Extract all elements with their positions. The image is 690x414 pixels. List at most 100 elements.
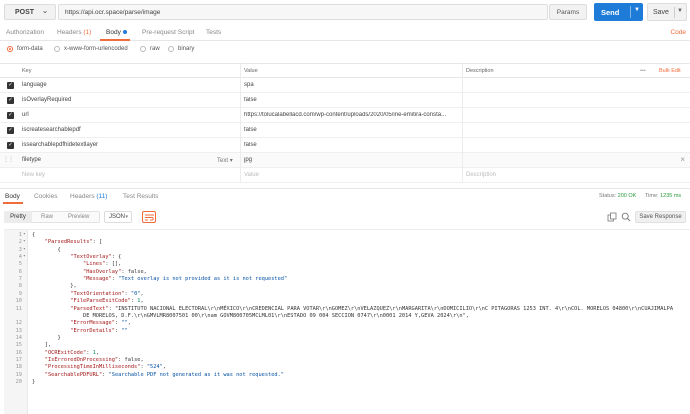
fold-toggle-icon[interactable]: ▾ (23, 232, 26, 237)
row-checkbox[interactable]: ✓ (7, 142, 14, 149)
chevron-down-icon: ▾ (229, 158, 233, 164)
new-value-input[interactable]: Value (244, 172, 460, 178)
copy-icon[interactable] (607, 212, 617, 222)
send-label: Send (601, 7, 620, 17)
code-line: "IsErroredOnProcessing": false, (44, 356, 144, 363)
line-number: 4 (18, 254, 22, 261)
line-number-gutter: 1 ▾ 2 ▾ 3 ▾ 4 ▾ 5 6 7 8 9 10 11 12 13 14 15 16 17 18 19 20 (4, 230, 28, 414)
tab-response-headers[interactable]: Headers (11) (70, 193, 107, 200)
response-body-viewer[interactable]: 1 ▾ 2 ▾ 3 ▾ 4 ▾ 5 6 7 8 9 10 11 12 13 14 15 16 17 18 19 20 { "P… (4, 229, 690, 414)
radio-binary[interactable]: binary (168, 46, 194, 52)
tab-response-body[interactable]: Body (5, 193, 20, 200)
row-key[interactable]: url (22, 112, 29, 118)
row-checkbox[interactable]: ✓ (7, 97, 14, 104)
format-select[interactable]: JSON ▾ (104, 211, 132, 223)
row-checkbox[interactable]: ✓ (7, 112, 14, 119)
params-button[interactable]: Params (549, 4, 587, 20)
code-line: "TextOrientation": "0", (70, 290, 144, 297)
headers-count-badge: (1) (83, 29, 92, 36)
code-line: "ErrorMessage": "", (70, 320, 131, 327)
chevron-down-icon[interactable]: ▼ (677, 8, 683, 14)
save-button[interactable]: Save ▼ (647, 3, 687, 21)
code-line: "Lines": [], (83, 261, 122, 268)
time-value: 1235 ms (660, 193, 682, 199)
code-link[interactable]: Code (670, 29, 686, 36)
drag-handle-icon[interactable]: ⋮⋮ (3, 156, 14, 163)
row-key[interactable]: language (22, 82, 47, 88)
line-number: 7 (18, 276, 22, 283)
line-number: 13 (15, 327, 22, 334)
status-value: 200 OK (617, 193, 637, 199)
row-value[interactable]: false (244, 142, 460, 148)
line-number: 15 (15, 342, 22, 349)
request-tabs: Authorization Headers (1) Body Pre-reque… (0, 26, 690, 41)
raw-button[interactable]: Raw (37, 211, 57, 223)
line-number: 6 (18, 268, 22, 275)
new-description-input[interactable]: Description (466, 172, 496, 178)
body-type-options: form-data x-www-form-urlencoded raw bina… (0, 43, 690, 57)
code-line: } (32, 379, 36, 385)
code-line: "TextOverlay": { (70, 254, 122, 261)
format-label: JSON (109, 214, 126, 220)
wrap-icon (144, 214, 154, 220)
line-number: 2 (18, 239, 22, 246)
url-input[interactable]: https://api.ocr.space/parse/image (58, 4, 548, 20)
response-toolbar: Pretty Raw Preview JSON ▾ Save Response (0, 208, 690, 226)
status-readout: Status: 200 OK (599, 193, 636, 199)
row-type-select[interactable]: Text ▾ (217, 157, 233, 164)
radio-raw[interactable]: raw (140, 46, 160, 52)
line-number: 9 (18, 290, 22, 297)
save-response-button[interactable]: Save Response (635, 211, 686, 223)
table-row: ✓ language spa (0, 78, 690, 93)
tab-tests[interactable]: Tests (206, 29, 221, 36)
fold-toggle-icon[interactable]: ▾ (23, 239, 26, 244)
row-value[interactable]: false (244, 97, 460, 103)
bulk-edit-link[interactable]: Bulk Edit (659, 68, 681, 74)
radio-label: x-www-form-urlencoded (64, 46, 128, 52)
tab-prerequest[interactable]: Pre-request Script (142, 29, 194, 36)
code-line: "ParsedResults": [ (44, 239, 103, 246)
row-value[interactable]: https://tolucalabellacd.com/wp-content/u… (244, 112, 460, 118)
tab-response-headers-label: Headers (70, 193, 95, 200)
request-bar: POST ⌄ https://api.ocr.space/parse/image… (0, 0, 690, 24)
preview-button[interactable]: Preview (64, 211, 93, 223)
delete-row-icon[interactable]: × (680, 155, 685, 164)
method-select[interactable]: POST ⌄ (4, 4, 56, 20)
tab-test-results[interactable]: Test Results (123, 193, 158, 200)
code-line: }, (32, 283, 77, 290)
wrap-lines-button[interactable] (142, 211, 156, 223)
code-line: "ProcessingTimeInMilliseconds": "524", (44, 364, 166, 371)
code-line: "SearchablePDFURL": "Searchable PDF not … (44, 371, 284, 378)
row-key[interactable]: isOverlayRequired (22, 97, 71, 103)
status-label: Status: (599, 193, 617, 199)
tab-headers[interactable]: Headers (1) (57, 29, 91, 36)
send-button[interactable]: Send ▼ (594, 3, 643, 21)
column-description: Description (466, 68, 494, 74)
tab-cookies[interactable]: Cookies (34, 193, 57, 200)
row-value[interactable]: jpg (244, 157, 460, 163)
fold-toggle-icon[interactable]: ▾ (23, 247, 26, 252)
radio-form-data[interactable]: form-data (7, 46, 43, 52)
tab-body[interactable]: Body (106, 29, 127, 36)
pretty-button[interactable]: Pretty (4, 211, 32, 223)
more-options-icon[interactable]: ••• (640, 68, 646, 74)
fold-toggle-icon[interactable]: ▾ (23, 254, 26, 259)
code-line: "ErrorDetails": "" (70, 327, 128, 334)
row-key[interactable]: filetype (22, 157, 41, 163)
tab-body-label: Body (106, 29, 121, 36)
row-checkbox[interactable]: ✓ (7, 127, 14, 134)
code-line: DE MORELOS, D.F.\r\nGMVLMR8007501 00\r\n… (32, 312, 469, 319)
row-checkbox[interactable]: ✓ (7, 82, 14, 89)
active-response-tab-indicator (3, 202, 23, 204)
tab-authorization[interactable]: Authorization (6, 29, 44, 36)
code-line: "HasOverlay": false, (83, 268, 147, 275)
row-key[interactable]: issearchablepdfhidetextlayer (22, 142, 98, 148)
row-value[interactable]: spa (244, 82, 460, 88)
search-icon[interactable] (621, 212, 631, 222)
active-dot-icon (122, 30, 127, 35)
new-key-input[interactable]: New key (22, 172, 45, 178)
chevron-down-icon[interactable]: ▼ (634, 7, 640, 13)
row-value[interactable]: false (244, 127, 460, 133)
radio-urlencoded[interactable]: x-www-form-urlencoded (54, 46, 128, 52)
row-key[interactable]: iscreatesearchablepdf (22, 127, 81, 133)
